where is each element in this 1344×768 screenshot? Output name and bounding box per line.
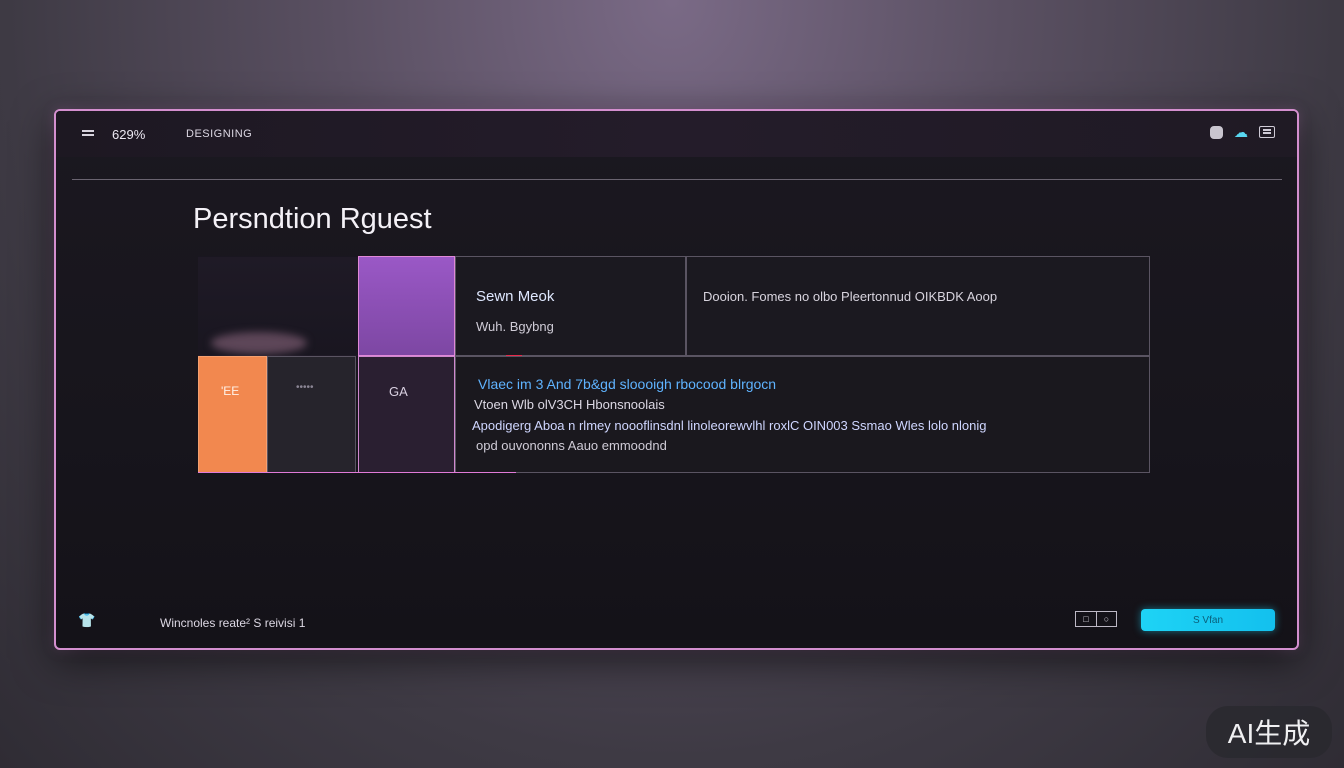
mauve-cell[interactable]: GA xyxy=(358,356,455,473)
grid-icon[interactable] xyxy=(1259,126,1275,138)
primary-action-button[interactable]: S Vfan xyxy=(1141,609,1275,631)
orange-label: 'EE xyxy=(221,384,240,398)
zoom-level[interactable]: 629% xyxy=(112,127,145,142)
request-table: Sewn Meok Wuh. Bgybng Dooion. Fomes no o… xyxy=(198,256,1150,474)
app-window: 629% DESIGNING ☁ Persndtion Rguest Sewn … xyxy=(54,109,1299,650)
preview-cell xyxy=(198,256,358,356)
grey-label: ••••• xyxy=(296,382,314,393)
header-description-cell: Dooion. Fomes no olbo Pleertonnud OIKBDK… xyxy=(686,256,1150,356)
page-controls: □ ○ xyxy=(1075,611,1117,627)
shirt-icon[interactable]: 👕 xyxy=(78,613,95,627)
menu-icon[interactable] xyxy=(82,130,94,138)
accent-line-bottom xyxy=(198,472,516,473)
row-note: opd ouvononns Aauo emmoodnd xyxy=(476,438,667,453)
page-title: Persndtion Rguest xyxy=(193,203,432,235)
page-next-button[interactable]: ○ xyxy=(1096,612,1116,626)
toolbar-icons: ☁ xyxy=(1210,124,1275,140)
color-swatch-orange[interactable]: 'EE xyxy=(198,356,267,473)
database-icon[interactable] xyxy=(1210,125,1223,139)
row-description: Apodigerg Aboa n rlmey noooflinsdnl lino… xyxy=(472,418,987,433)
row-subtitle: Vtoen Wlb olV3CH Hbonsnoolais xyxy=(474,397,665,412)
grey-cell: ••••• xyxy=(267,356,356,473)
status-text: Wincnoles reate² S reivisi 1 xyxy=(160,616,306,630)
color-swatch-purple[interactable] xyxy=(358,256,455,356)
cloud-icon[interactable]: ☁ xyxy=(1233,124,1249,140)
row-title-link[interactable]: Vlaec im 3 And 7b&gd sloooigh rbocood bl… xyxy=(478,376,776,392)
watermark-badge: AI生成 xyxy=(1206,706,1332,758)
header-description: Dooion. Fomes no olbo Pleertonnud OIKBDK… xyxy=(703,289,998,304)
menu-title[interactable]: DESIGNING xyxy=(186,128,252,140)
top-bar: 629% DESIGNING ☁ xyxy=(56,111,1297,157)
page-prev-button[interactable]: □ xyxy=(1076,612,1096,626)
mauve-label: GA xyxy=(389,384,408,399)
row-details-cell: Vlaec im 3 And 7b&gd sloooigh rbocood bl… xyxy=(455,356,1150,473)
header-divider xyxy=(72,179,1282,180)
header-primary-cell[interactable]: Sewn Meok Wuh. Bgybng xyxy=(455,256,686,356)
header-primary-label: Sewn Meok xyxy=(476,288,555,305)
header-secondary-label: Wuh. Bgybng xyxy=(476,319,554,334)
preview-thumbnail xyxy=(211,332,307,354)
